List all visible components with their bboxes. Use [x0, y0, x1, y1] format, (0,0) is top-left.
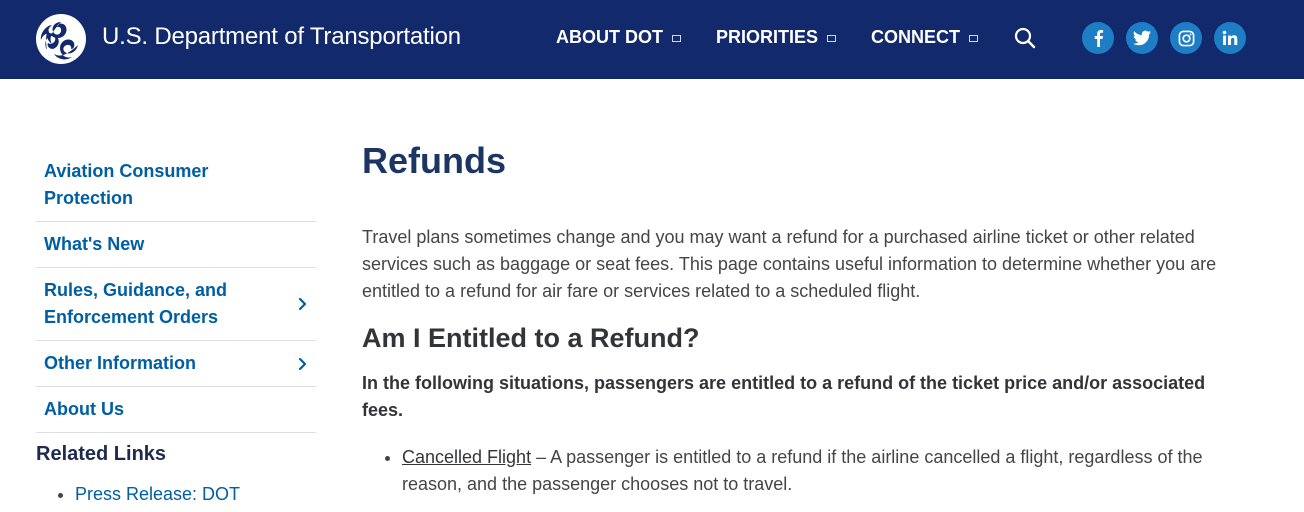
sidebar-item-rules-guidance[interactable]: Rules, Guidance, and Enforcement Orders	[36, 268, 316, 341]
facebook-icon[interactable]	[1082, 22, 1114, 54]
sidebar-item-label: About Us	[44, 399, 124, 419]
twitter-icon[interactable]	[1126, 22, 1158, 54]
nav-priorities-label: PRIORITIES	[716, 27, 819, 47]
nav-connect-label: CONNECT	[871, 27, 960, 47]
section-heading: Am I Entitled to a Refund?	[362, 323, 700, 353]
caret-box-icon	[672, 35, 681, 42]
sidebar-item-label: What's New	[44, 234, 145, 254]
sidebar-item-aviation-consumer-protection[interactable]: Aviation Consumer Protection	[36, 149, 316, 222]
linkedin-icon[interactable]	[1214, 22, 1246, 54]
sidebar-item-other-information[interactable]: Other Information	[36, 341, 316, 387]
dot-logo-icon[interactable]	[35, 13, 87, 65]
sidebar-item-label: Aviation Consumer Protection	[44, 161, 209, 208]
site-title[interactable]: U.S. Department of Transportation	[102, 23, 461, 51]
caret-box-icon	[969, 35, 978, 42]
sidebar-item-label: Rules, Guidance, and Enforcement Orders	[44, 280, 228, 327]
nav-priorities[interactable]: PRIORITIES	[716, 27, 837, 48]
side-navigation: Aviation Consumer Protection What's New …	[36, 149, 316, 433]
instagram-icon[interactable]	[1170, 22, 1202, 54]
sidebar-item-whats-new[interactable]: What's New	[36, 222, 316, 268]
page-title: Refunds	[362, 140, 506, 181]
nav-connect[interactable]: CONNECT	[871, 27, 978, 48]
lead-paragraph: In the following situations, passengers …	[362, 373, 1206, 420]
caret-box-icon	[827, 35, 837, 42]
cancelled-flight-link[interactable]: Cancelled Flight	[402, 447, 531, 467]
related-links-list: Press Release: DOT	[58, 483, 240, 505]
list-item: Cancelled Flight – A passenger is entitl…	[382, 444, 1242, 498]
sidebar-item-about-us[interactable]: About Us	[36, 387, 316, 433]
site-header: U.S. Department of Transportation ABOUT …	[0, 0, 1304, 79]
related-link[interactable]: Press Release: DOT	[58, 483, 240, 505]
chevron-right-icon	[298, 357, 307, 370]
nav-about-dot[interactable]: ABOUT DOT	[556, 27, 681, 48]
related-links-heading: Related Links	[36, 443, 167, 465]
refund-situations-list: Cancelled Flight – A passenger is entitl…	[382, 444, 1242, 498]
intro-paragraph: Travel plans sometimes change and you ma…	[362, 227, 1217, 301]
search-icon[interactable]	[1013, 26, 1037, 50]
sidebar-item-label: Other Information	[44, 353, 196, 373]
chevron-right-icon	[298, 297, 307, 311]
nav-about-dot-label: ABOUT DOT	[556, 27, 663, 47]
